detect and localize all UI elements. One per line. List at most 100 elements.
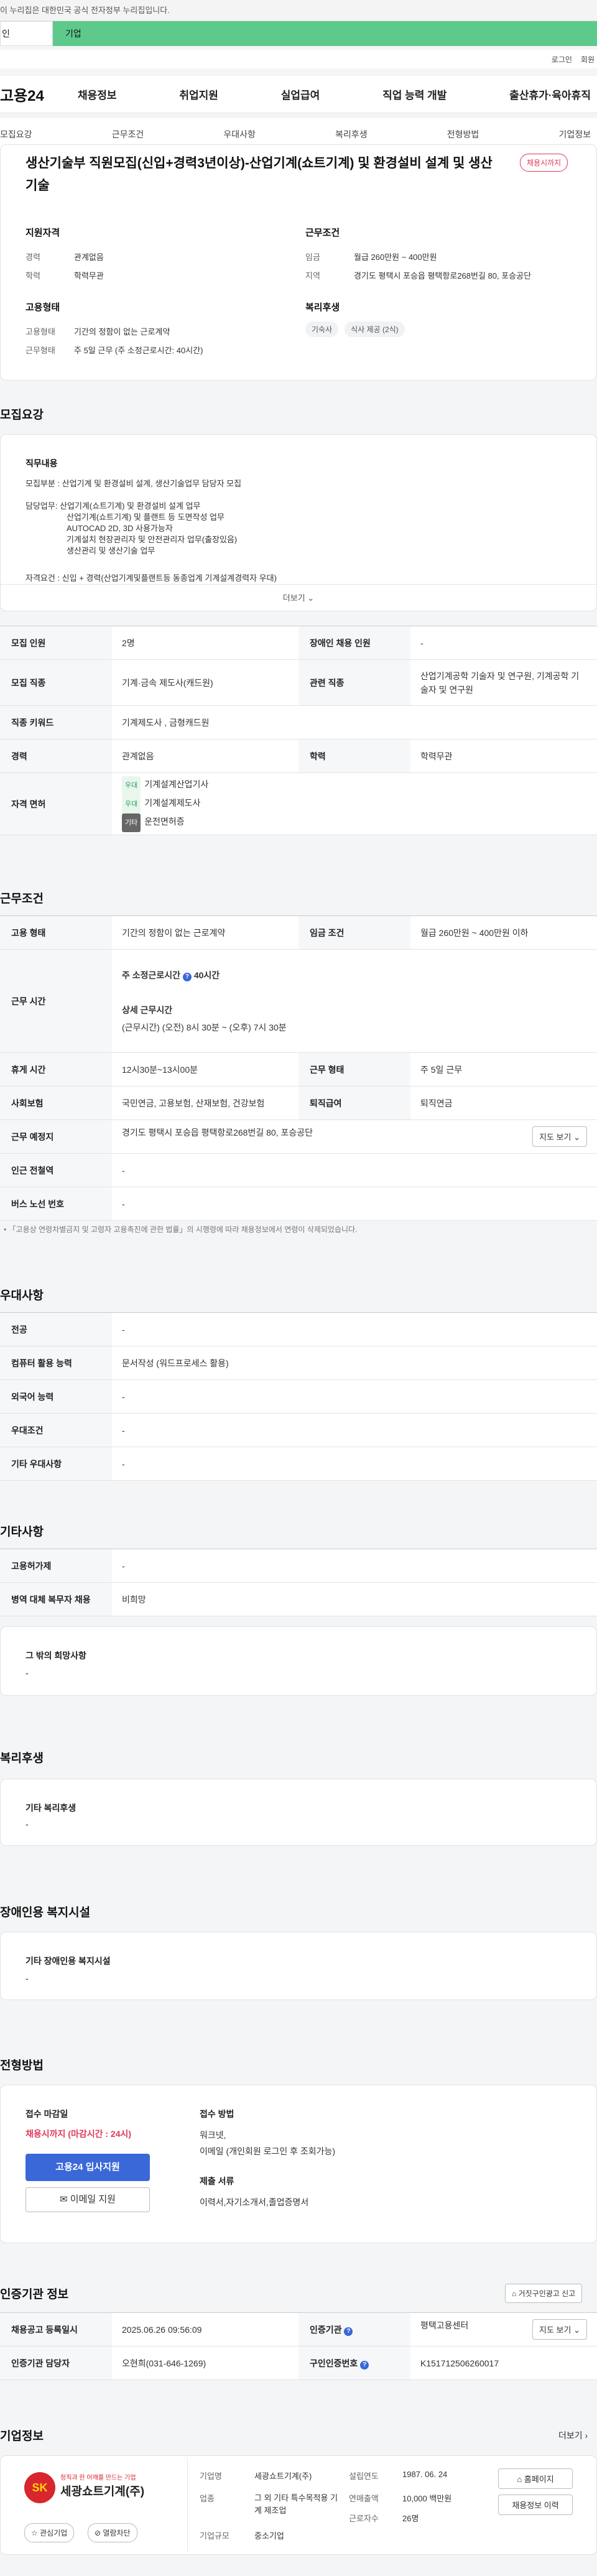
table-key: 모집 인원: [0, 626, 112, 660]
cert-table: 채용공고 등록일시 2025.06.26 09:56:09 인증기관 ? 평택고…: [0, 2312, 597, 2380]
disabled-box-title: 기타 장애인용 복지시설: [25, 1956, 111, 1966]
map-button[interactable]: 지도 보기 ⌄: [532, 1126, 587, 1147]
table-key: 병역 대체 복무자 채용: [0, 1582, 112, 1616]
block-label: 열람차단: [103, 2529, 131, 2537]
gnb-item-jobs[interactable]: 채용정보: [78, 86, 117, 102]
table-key: 기타 우대사항: [0, 1447, 112, 1481]
company-heading: 기업정보: [0, 2430, 44, 2443]
anchor-welfare[interactable]: 복리후생: [335, 128, 368, 141]
method-line: 워크넷,: [200, 2130, 226, 2140]
join-link[interactable]: 회원: [581, 54, 595, 65]
table-value: 기계·금속 제도사(캐드원): [112, 659, 298, 706]
help-icon[interactable]: ?: [182, 972, 192, 981]
table-key: 인근 전철역: [0, 1153, 112, 1187]
apply-button[interactable]: 고용24 입사지원: [25, 2154, 150, 2181]
method-line: 이메일 (개인회원 로그인 후 조회가능): [200, 2146, 336, 2156]
table-row: 경력 관계없음 학력 학력무관: [0, 739, 597, 773]
table-row: 채용공고 등록일시 2025.06.26 09:56:09 인증기관 ? 평택고…: [0, 2312, 597, 2347]
homepage-label: 홈페이지: [524, 2475, 554, 2484]
table-row: 근무 예정지 경기도 평택시 포승읍 평택항로268번길 80, 포승공단 지도…: [0, 1119, 597, 1154]
company-value: 10,000 백만원: [402, 2494, 452, 2503]
duty-line: 담당업무: 산업기계(쇼트기계) 및 환경설비 설계 업무: [25, 501, 201, 511]
table-row: 인근 전철역 -: [0, 1153, 597, 1187]
welfare-box: 기타 복리후생 -: [0, 1779, 597, 1846]
cond-title: 근무조건: [305, 228, 340, 238]
tab-company[interactable]: 기업: [53, 21, 597, 46]
company-more-link[interactable]: 더보기 ›: [558, 2429, 588, 2442]
anchor-work[interactable]: 근무조건: [112, 128, 144, 141]
job-history-button[interactable]: 채용정보 이력: [498, 2495, 573, 2515]
map-button-label: 지도 보기: [539, 1133, 572, 1142]
table-key: 고용 형태: [0, 915, 112, 950]
license-list: 우대 기계설계산업기사 우대 기계설계제도사 기타 운전면허증: [112, 772, 597, 835]
divider: [187, 2458, 188, 2552]
anchor-process[interactable]: 전형방법: [447, 128, 479, 141]
etc-box-title: 그 밖의 희망사항: [25, 1651, 86, 1661]
age-notice-text: 「고용상 연령차별금지 및 고령자 고용촉진에 관한 법률」의 시행령에 따라 …: [8, 1225, 358, 1234]
more-button[interactable]: 더보기 ⌄: [1, 591, 596, 603]
table-value: -: [112, 1379, 597, 1414]
qual-key: 경력: [25, 253, 40, 262]
cond-key: 임금: [305, 253, 320, 262]
gov-notice-bar: 이 누리집은 대한민국 공식 전자정부 누리집입니다.: [0, 0, 597, 21]
interest-company-button[interactable]: ☆ 관심기업: [24, 2523, 75, 2542]
anchor-recruit[interactable]: 모집요강: [0, 128, 32, 141]
homepage-button[interactable]: ⌂ 홈페이지: [498, 2468, 573, 2489]
table-key: 모집 직종: [0, 659, 112, 706]
anchor-company[interactable]: 기업정보: [558, 128, 591, 141]
table-row: 병역 대체 복무자 채용 비희망: [0, 1582, 597, 1616]
table-key: 채용공고 등록일시: [0, 2312, 112, 2347]
login-link[interactable]: 로그인: [552, 54, 572, 65]
report-button-label: 거짓구인광고 신고: [518, 2289, 576, 2298]
more-label: 더보기: [282, 593, 305, 603]
table-value: -: [410, 626, 597, 660]
table-value: 12시30분~13시00분: [112, 1052, 298, 1086]
emp-value: 기간의 정함이 없는 근로계약: [74, 327, 170, 336]
help-icon[interactable]: ?: [344, 2327, 353, 2336]
company-key: 업종: [200, 2494, 215, 2503]
report-button[interactable]: ⌂ 거짓구인광고 신고: [505, 2284, 583, 2303]
gnb-item-parental-leave[interactable]: 출산휴가·육아휴직: [509, 86, 591, 102]
deadline-title: 접수 마감일: [25, 2109, 68, 2119]
site-logo[interactable]: 고용24: [0, 83, 78, 105]
table-row: 고용허가제 -: [0, 1549, 597, 1583]
gnb-menu: 채용정보 취업지원 실업급여 직업 능력 개발 출산휴가·육아휴직: [78, 86, 597, 102]
table-key: 장애인 채용 인원: [298, 626, 410, 660]
gnb-item-employment-support[interactable]: 취업지원: [179, 86, 218, 102]
etc-table: 고용허가제 - 병역 대체 복무자 채용 비희망: [0, 1549, 597, 1616]
table-key: 인증기관 ?: [298, 2312, 410, 2347]
age-notice: • 「고용상 연령차별금지 및 고령자 고용촉진에 관한 법률」의 시행령에 따…: [4, 1225, 358, 1234]
license-name: 기계설계산업기사: [144, 779, 209, 789]
table-value: K151712506260017: [410, 2346, 597, 2380]
table-value: 2명: [112, 626, 298, 660]
table-value: 문서작성 (워드프로세스 활용): [112, 1346, 597, 1380]
status-badge: 채용시까지: [520, 154, 568, 172]
table-value: 관계없음: [112, 739, 298, 773]
table-key: 근무 예정지: [0, 1119, 112, 1154]
docs-value: 이력서,자기소개서,졸업증명서: [200, 2197, 309, 2207]
cond-value: 월급 260만원 ~ 400만원: [354, 253, 437, 262]
license-item: 기타 운전면허증: [122, 813, 587, 832]
anchor-pref[interactable]: 우대사항: [223, 128, 256, 141]
tab-personal[interactable]: 인: [0, 21, 53, 46]
block-view-button[interactable]: ⊘ 열람차단: [88, 2523, 137, 2542]
welfare-chip: 식사 제공 (2식): [345, 322, 405, 337]
chevron-down-icon: ⌄: [573, 2325, 580, 2335]
help-icon[interactable]: ?: [360, 2360, 369, 2370]
table-key: 자격 면허: [0, 772, 112, 835]
gnb-item-unemployment-benefit[interactable]: 실업급여: [281, 86, 320, 102]
cert-map-button[interactable]: 지도 보기 ⌄: [532, 2319, 587, 2340]
company-key: 기업규모: [200, 2531, 229, 2541]
license-tag: 우대: [122, 776, 141, 795]
work-place-value: 경기도 평택시 포승읍 평택항로268번길 80, 포승공단: [122, 1128, 313, 1137]
gnb-item-training[interactable]: 직업 능력 개발: [382, 86, 447, 102]
cert-map-label: 지도 보기: [539, 2325, 572, 2335]
table-value: 주 5일 근무: [410, 1052, 597, 1086]
table-row: 휴게 시간 12시30분~13시00분 근무 형태 주 5일 근무: [0, 1052, 597, 1086]
table-key: 학력: [298, 739, 410, 773]
qual-title: 지원자격: [25, 228, 60, 238]
pref-heading: 우대사항: [0, 1289, 44, 1302]
detail-hours-value: (근무시간) (오전) 8시 30분 ~ (오후) 7시 30분: [122, 1022, 287, 1032]
table-key: 컴퓨터 활용 능력: [0, 1346, 112, 1380]
email-apply-button[interactable]: ✉ 이메일 지원: [25, 2187, 150, 2212]
